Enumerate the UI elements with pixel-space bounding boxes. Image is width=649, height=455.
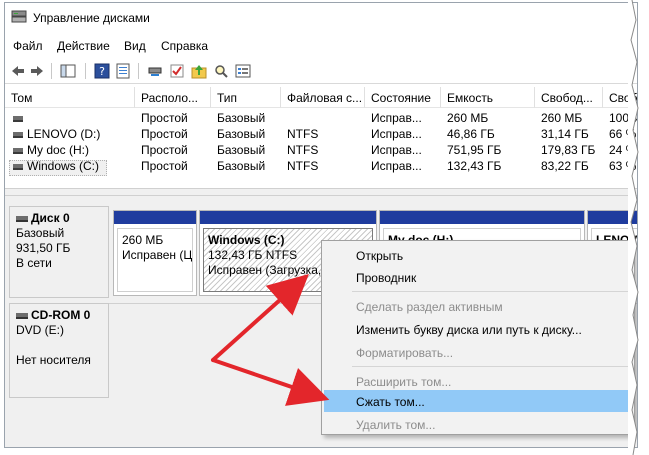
menu-item-format[interactable]: Форматировать...	[324, 341, 632, 363]
title-bar: Управление дисками	[5, 3, 637, 31]
menu-separator	[352, 291, 630, 292]
folder-up-icon[interactable]	[191, 63, 207, 79]
table-cell: Исправ...	[371, 127, 422, 141]
column-header-layout[interactable]: Располо...	[135, 87, 211, 108]
column-header-free-space[interactable]: Свобод...	[535, 87, 603, 108]
table-cell[interactable]: LENOVO (D:)	[21, 127, 135, 143]
partition-status: Исправен (Ц	[122, 248, 193, 262]
table-cell[interactable]	[21, 111, 135, 127]
table-cell: Базовый	[217, 127, 266, 141]
help-icon[interactable]: ?	[94, 63, 110, 79]
menu-item-delete-volume[interactable]: Удалить том...	[324, 413, 632, 435]
toolbar: ?	[5, 59, 637, 84]
volume-list: Том Располо... Тип Файловая с... Состоян…	[5, 87, 637, 188]
disk-icon	[16, 215, 28, 222]
table-cell: 260 МБ	[541, 111, 583, 125]
table-cell: NTFS	[287, 143, 319, 157]
table-cell[interactable]: Windows (C:)	[21, 159, 135, 175]
table-cell: 260 МБ	[447, 111, 489, 125]
check-icon[interactable]	[169, 63, 185, 79]
disk-0-size: 931,50 ГБ	[16, 241, 71, 255]
list-icon[interactable]	[235, 63, 251, 79]
table-cell: NTFS	[287, 127, 319, 141]
table-cell: Простой	[141, 111, 188, 125]
menu-item-open[interactable]: Открыть	[324, 244, 632, 266]
table-cell: Базовый	[217, 111, 266, 125]
table-cell[interactable]: My doc (H:)	[21, 143, 135, 159]
table-cell: Базовый	[217, 143, 266, 157]
cd-rom-icon	[16, 312, 28, 319]
menu-item-extend-volume[interactable]: Расширить том...	[324, 370, 632, 392]
column-header-status[interactable]: Состояние	[365, 87, 441, 108]
context-menu: Открыть Проводник Сделать раздел активны…	[321, 240, 635, 435]
partition-bar	[200, 211, 376, 224]
table-cell: NTFS	[287, 159, 319, 173]
partition-size: 260 МБ	[122, 233, 164, 247]
cd-rom-name: CD-ROM 0	[31, 308, 91, 322]
connect-icon[interactable]	[147, 63, 163, 79]
disk-0-type: Базовый	[16, 226, 65, 240]
table-cell: Простой	[141, 127, 188, 141]
table-cell: Базовый	[217, 159, 266, 173]
cd-rom-type: DVD (E:)	[16, 323, 64, 337]
table-cell: Простой	[141, 143, 188, 157]
menu-item-change-drive-letter[interactable]: Изменить букву диска или путь к диску...	[324, 318, 632, 340]
disk-management-window: Управление дисками Файл Действие Вид Спр…	[4, 2, 638, 448]
svg-text:?: ?	[99, 65, 105, 78]
menu-item-shrink-volume[interactable]: Сжать том...	[324, 390, 632, 412]
menu-action[interactable]: Действие	[57, 39, 110, 53]
table-cell: 132,43 ГБ	[447, 159, 502, 173]
table-cell: Исправ...	[371, 111, 422, 125]
partition-bar	[380, 211, 584, 224]
menu-item-explorer[interactable]: Проводник	[324, 266, 632, 288]
table-cell	[281, 111, 365, 127]
partition-system-reserved[interactable]: 260 МБ Исправен (Ц	[113, 210, 197, 296]
forward-icon[interactable]	[29, 63, 45, 79]
menu-separator	[352, 366, 630, 367]
table-cell: 179,83 ГБ	[541, 143, 596, 157]
disk-0-label[interactable]: Диск 0 Базовый 931,50 ГБ В сети	[9, 206, 109, 298]
table-cell: 46,86 ГБ	[447, 127, 495, 141]
torn-edge	[628, 0, 639, 455]
search-icon[interactable]	[213, 63, 229, 79]
menu-file[interactable]: Файл	[13, 39, 43, 53]
column-header-capacity[interactable]: Емкость	[441, 87, 535, 108]
menu-help[interactable]: Справка	[161, 39, 208, 53]
pane-splitter[interactable]	[5, 188, 637, 196]
console-tree-icon[interactable]	[60, 63, 76, 79]
disk-management-icon	[11, 10, 27, 23]
column-header-volume[interactable]: Том	[5, 87, 135, 108]
properties-icon[interactable]	[115, 63, 131, 79]
table-cell: Простой	[141, 159, 188, 173]
partition-bar	[114, 211, 196, 224]
table-cell: Исправ...	[371, 159, 422, 173]
disk-0-name: Диск 0	[31, 211, 70, 225]
cd-rom-0-label[interactable]: CD-ROM 0 DVD (E:) Нет носителя	[9, 303, 109, 398]
menu-item-mark-active[interactable]: Сделать раздел активным	[324, 295, 632, 317]
table-cell: 31,14 ГБ	[541, 127, 589, 141]
cd-rom-status: Нет носителя	[16, 353, 91, 367]
table-cell: 751,95 ГБ	[447, 143, 502, 157]
column-header-filesystem[interactable]: Файловая с...	[281, 87, 365, 108]
menu-bar: Файл Действие Вид Справка	[5, 36, 637, 56]
back-icon[interactable]	[10, 63, 26, 79]
table-cell: Исправ...	[371, 143, 422, 157]
menu-view[interactable]: Вид	[124, 39, 146, 53]
table-cell: 83,22 ГБ	[541, 159, 589, 173]
window-title: Управление дисками	[33, 11, 150, 25]
disk-0-status: В сети	[16, 256, 52, 270]
column-header-type[interactable]: Тип	[211, 87, 281, 108]
